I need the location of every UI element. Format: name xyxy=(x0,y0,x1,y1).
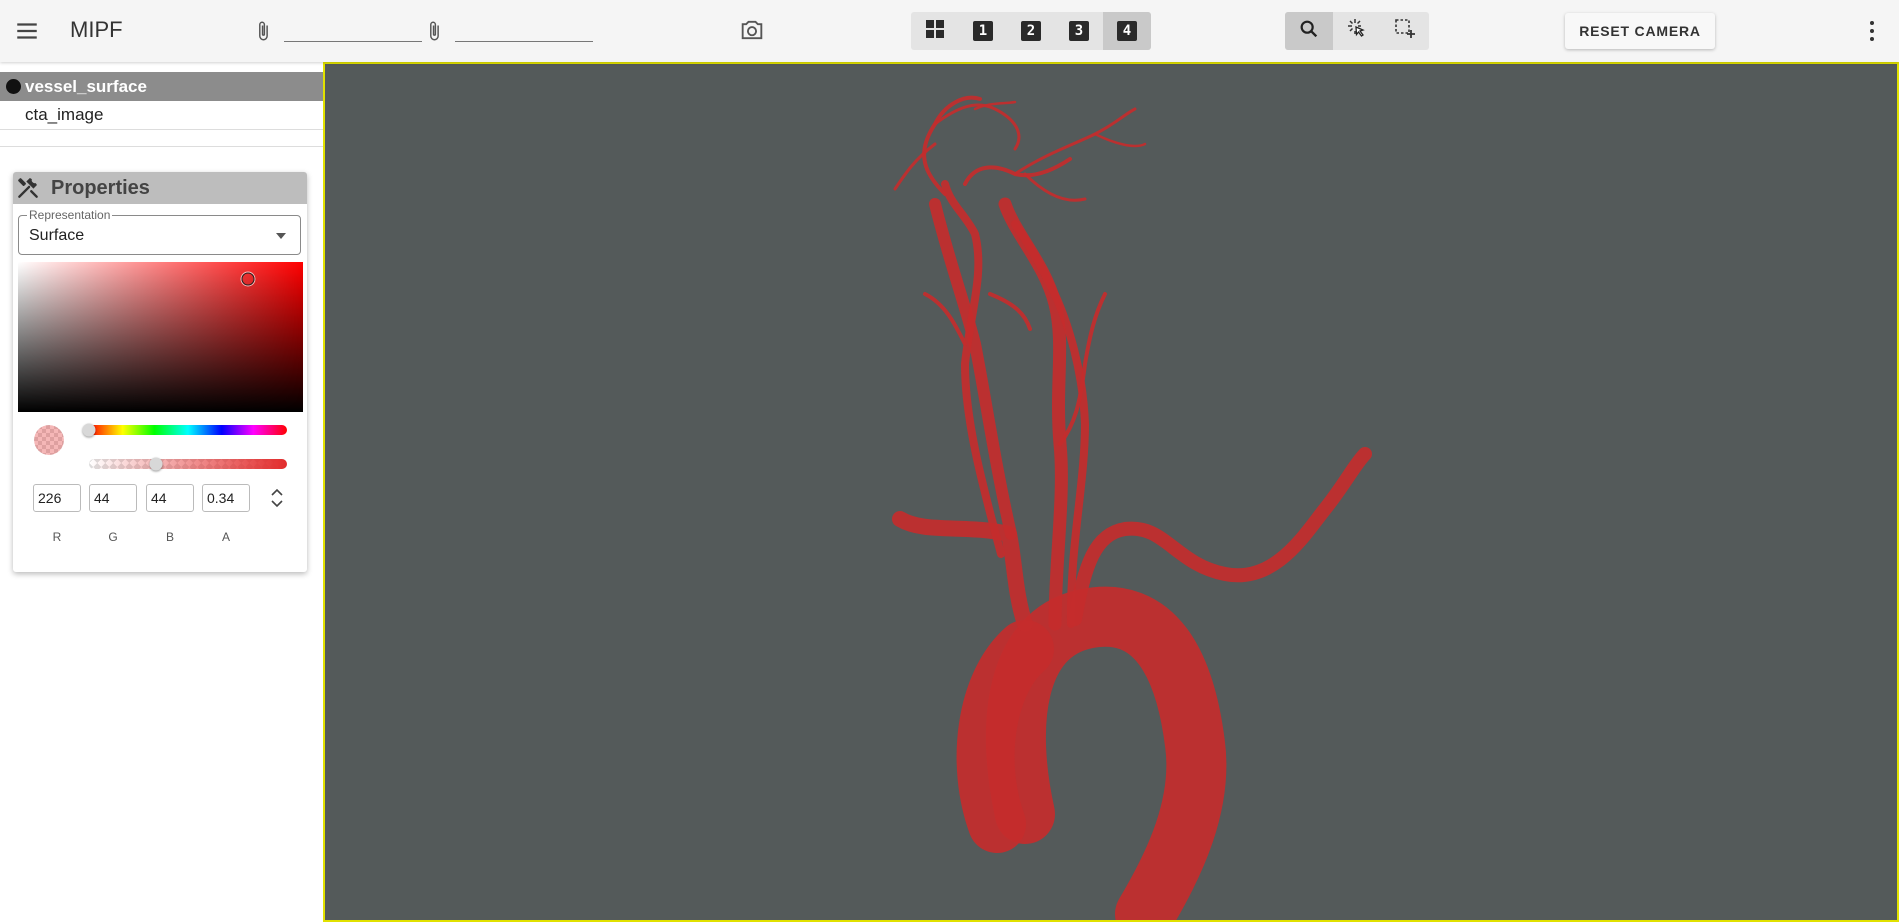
representation-label: Representation xyxy=(27,208,113,222)
left-vertebral-vessel xyxy=(1011,220,1089,628)
vessel-surface-render xyxy=(892,95,1372,920)
layout-3-icon: 3 xyxy=(1069,21,1089,41)
file-input-2[interactable] xyxy=(455,16,593,42)
add-selection-box-icon xyxy=(1393,17,1417,46)
properties-title: Properties xyxy=(51,176,150,199)
layout-1-button[interactable]: 1 xyxy=(959,12,1007,50)
representation-select[interactable]: Representation Surface xyxy=(18,208,301,255)
alpha-slider[interactable] xyxy=(89,457,287,471)
properties-header: Properties xyxy=(13,172,307,204)
left-panel: vessel_surface cta_image Properties Repr… xyxy=(0,62,323,922)
app-title: MIPF xyxy=(70,17,123,42)
representation-value: Surface xyxy=(29,227,85,244)
alpha-slider-thumb[interactable] xyxy=(149,457,163,471)
layer-label: vessel_surface xyxy=(25,76,147,96)
paperclip-icon[interactable] xyxy=(423,18,445,44)
render-viewport[interactable] xyxy=(323,62,1899,922)
intracranial-branch-vessel xyxy=(893,142,937,191)
blue-channel-label: B xyxy=(165,530,174,544)
green-channel-label: G xyxy=(108,530,118,544)
intracranial-branch-vessel xyxy=(1093,132,1147,148)
color-swatch xyxy=(34,425,64,455)
box-select-tool-button[interactable] xyxy=(1381,12,1429,50)
color-picker-handle[interactable] xyxy=(241,272,254,286)
right-carotid-vessel xyxy=(929,198,1017,540)
wrench-icon xyxy=(15,175,41,201)
properties-panel: Properties Representation Surface R G xyxy=(13,172,307,572)
layer-item-vessel-surface[interactable]: vessel_surface xyxy=(0,72,323,101)
select-tool-button[interactable] xyxy=(1333,12,1381,50)
red-channel-label: R xyxy=(52,530,62,544)
app-bar: MIPF 1 2 3 4 RESET CAMERA xyxy=(0,0,1899,62)
file-input-1[interactable] xyxy=(284,16,422,42)
layout-2-button[interactable]: 2 xyxy=(1007,12,1055,50)
visibility-dot-icon[interactable] xyxy=(6,79,21,94)
reset-camera-button[interactable]: RESET CAMERA xyxy=(1565,13,1715,49)
red-channel-input[interactable] xyxy=(33,484,81,512)
layer-item-cta-image[interactable]: cta_image xyxy=(0,101,323,130)
search-icon xyxy=(1298,18,1320,45)
intracranial-branch-vessel xyxy=(1023,172,1087,202)
color-swatch-fill xyxy=(34,425,64,455)
unfold-icon[interactable] xyxy=(267,484,287,512)
alpha-gradient xyxy=(89,459,287,469)
layout-grid-button[interactable] xyxy=(911,12,959,50)
grid-layout-icon xyxy=(925,19,945,44)
more-vert-icon[interactable] xyxy=(1862,17,1882,45)
layout-2-icon: 2 xyxy=(1021,21,1041,41)
divider xyxy=(0,146,323,147)
layer-label: cta_image xyxy=(25,105,104,124)
zoom-tool-button[interactable] xyxy=(1285,12,1333,50)
green-channel-input[interactable] xyxy=(89,484,137,512)
intracranial-branch-vessel xyxy=(1013,107,1137,176)
neck-branch-vessel xyxy=(988,292,1032,331)
intracranial-branch-vessel xyxy=(933,103,1021,151)
layout-3-button[interactable]: 3 xyxy=(1055,12,1103,50)
paperclip-icon[interactable] xyxy=(252,18,274,44)
layout-4-icon: 4 xyxy=(1117,21,1137,41)
saturation-value-picker[interactable] xyxy=(18,262,303,412)
camera-icon[interactable] xyxy=(738,16,768,44)
dropdown-arrow-icon xyxy=(276,233,286,239)
hue-slider-thumb[interactable] xyxy=(82,423,96,437)
right-vertebral-vessel xyxy=(941,180,1005,558)
layout-1-icon: 1 xyxy=(973,21,993,41)
alpha-channel-label: A xyxy=(221,530,230,544)
layout-button-group: 1 2 3 4 xyxy=(911,12,1151,50)
hue-slider[interactable] xyxy=(82,423,287,437)
tool-button-group xyxy=(1285,12,1429,50)
select-pointer-icon xyxy=(1345,17,1369,46)
hamburger-icon[interactable] xyxy=(14,18,40,44)
alpha-channel-input[interactable] xyxy=(202,484,250,512)
blue-channel-input[interactable] xyxy=(146,484,194,512)
layout-4-button[interactable]: 4 xyxy=(1103,12,1151,50)
